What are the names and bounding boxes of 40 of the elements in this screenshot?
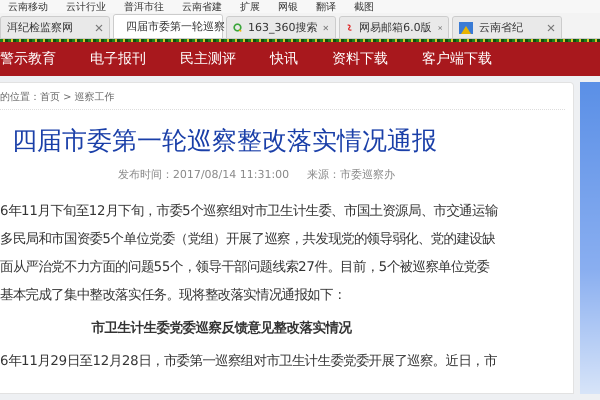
publish-time: 发布时间：2017/08/14 11:31:00 [118, 167, 290, 182]
tab-title: 四届市委第一轮巡察 [126, 19, 225, 34]
source-label: 来源：市委巡察办 [307, 167, 396, 182]
bookmark-link[interactable]: 普洱市往 [124, 0, 164, 14]
bookmark-link[interactable]: 云南移动 [8, 0, 48, 14]
tab-title: 洱纪检监察网 [7, 20, 74, 35]
nav-link[interactable]: 快讯 [270, 50, 298, 68]
bookmark-link[interactable]: 云计行业 [66, 0, 106, 14]
tab-title: 网易邮箱6.0版 [359, 20, 432, 35]
close-icon[interactable] [547, 24, 555, 32]
paragraph-line: 6年11月29日至12月28日，市委第一巡察组对市卫生计生委党委开展了巡察。近日，市 [0, 352, 498, 371]
close-icon[interactable] [323, 24, 329, 32]
browser-tab[interactable]: 网易邮箱6.0版 [339, 16, 449, 38]
nav-link[interactable]: 警示教育 [0, 50, 56, 68]
picture-icon [459, 22, 473, 34]
bookmark-link[interactable]: 网银 [278, 0, 298, 14]
ring-icon [233, 21, 242, 34]
paragraph-line: 6年11月下旬至12月下旬，市委5个巡察组对市卫生计生委、市国土资源局、市交通运输 [0, 202, 499, 221]
browser-tab[interactable]: 四届市委第一轮巡察 [113, 14, 223, 38]
tab-title: 云南省纪 [479, 20, 524, 35]
bookmark-link[interactable]: 云南省建 [182, 0, 222, 14]
browser-tab[interactable]: 洱纪检监察网 [0, 16, 110, 38]
breadcrumb: 的位置：首页 > 巡察工作 [0, 83, 565, 110]
paragraph-line: 多民局和市国资委5个单位党委（党组）开展了巡察，共发现党的领导弱化、党的建设缺 [0, 230, 496, 249]
bookmark-link[interactable]: 翻译 [316, 0, 336, 14]
browser-tab[interactable]: 云南省纪 [452, 16, 562, 38]
tab-title: 163_360搜索 [248, 20, 318, 35]
nav-link[interactable]: 电子报刊 [90, 50, 146, 68]
section-heading: 市卫生计生委党委巡察反馈意见整改落实情况 [90, 319, 353, 338]
nav-link[interactable]: 民主测评 [180, 50, 236, 68]
nav-link[interactable]: 资料下载 [332, 50, 388, 68]
paragraph-line: 面从严治党不力方面的问题55个，领导干部问题线索27件。目前，5个被巡察单位党委 [0, 258, 490, 277]
article-title: 四届市委第一轮巡察整改落实情况通报 [12, 125, 438, 157]
browser-tab[interactable]: 163_360搜索 [226, 16, 336, 38]
bookmark-link[interactable]: 截图 [354, 0, 374, 14]
bookmark-link[interactable]: 扩展 [240, 0, 260, 14]
close-icon[interactable] [438, 24, 442, 32]
close-icon[interactable] [95, 24, 103, 32]
paragraph-line: 基本完成了集中整改落实任务。现将整改落实情况通报如下： [0, 286, 347, 305]
nav-link[interactable]: 客户端下载 [422, 50, 492, 68]
